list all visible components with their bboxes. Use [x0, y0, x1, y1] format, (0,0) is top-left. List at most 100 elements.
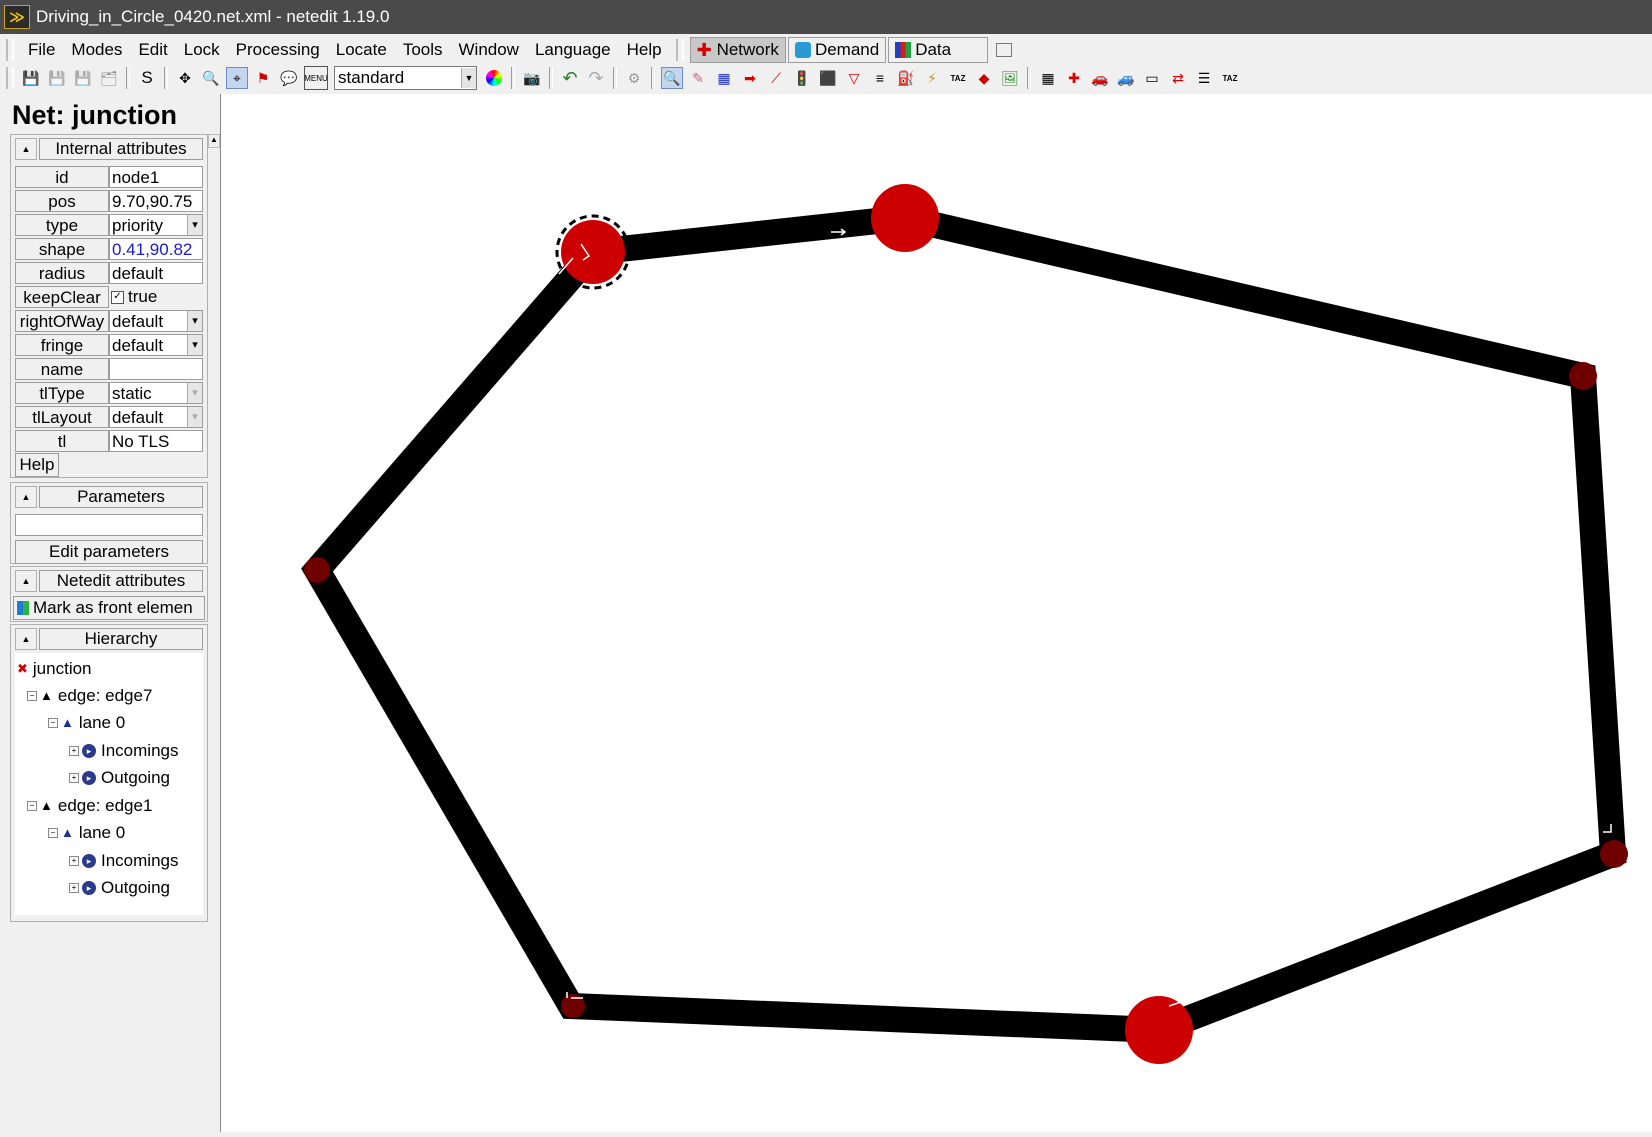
menu-edit[interactable]: Edit [130, 36, 175, 63]
collapse-arrow-icon[interactable]: ▲ [15, 486, 37, 508]
list-icon[interactable]: ☰ [1193, 67, 1215, 89]
color-scheme-select[interactable]: standard ▼ [334, 66, 477, 90]
menu-window[interactable]: Window [451, 36, 527, 63]
attr-name[interactable]: pos [15, 190, 109, 212]
junction-node[interactable] [304, 557, 330, 583]
menu-lock[interactable]: Lock [176, 36, 228, 63]
menu-processing[interactable]: Processing [228, 36, 328, 63]
attr-shape-input[interactable]: 0.41,90.82 [109, 238, 203, 260]
traffic-light-icon[interactable]: 🚦 [791, 67, 813, 89]
zoom-icon[interactable]: 🔍 [200, 67, 222, 89]
attr-name[interactable]: tlLayout [15, 406, 109, 428]
tree-item-lane[interactable]: − ▲ lane 0 [48, 821, 125, 845]
expand-tree-icon[interactable]: + [69, 883, 79, 893]
connection-mode-icon[interactable]: ⬛ [817, 67, 839, 89]
attr-id-input[interactable]: node1 [109, 166, 203, 188]
selected-junction-node[interactable] [561, 220, 625, 284]
panel-scroll-up-icon[interactable]: ▲ [208, 134, 220, 148]
collapse-arrow-icon[interactable]: ▲ [15, 628, 37, 650]
locate-edge-icon[interactable]: ⚑ [252, 67, 274, 89]
redo-icon[interactable]: ↷ [585, 67, 607, 89]
prohibition-icon[interactable]: ▽ [843, 67, 865, 89]
attr-name[interactable]: type [15, 214, 109, 236]
decal-icon[interactable]: 🖼 [999, 67, 1021, 89]
screenshot-camera-icon[interactable]: 📷 [521, 67, 543, 89]
mark-front-button[interactable]: Mark as front elemen [13, 596, 205, 620]
collapse-tree-icon[interactable]: − [27, 691, 37, 701]
vehicle-icon[interactable]: 🚗 [1089, 67, 1111, 89]
tree-item-edge[interactable]: − ▲ edge: edge7 [27, 684, 152, 708]
edit-parameters-button[interactable]: Edit parameters [15, 540, 203, 564]
attr-name[interactable]: keepClear [15, 286, 109, 308]
menu-locate[interactable]: Locate [328, 36, 395, 63]
grid-icon[interactable]: ▦ [1037, 67, 1059, 89]
attr-name[interactable]: tl [15, 430, 109, 452]
tree-item-incomings[interactable]: + ▸ Incomings [69, 849, 178, 873]
edge-road[interactable] [301, 204, 1627, 1044]
attr-tllayout-select[interactable]: default [109, 406, 203, 428]
recenter-icon[interactable]: ✥ [174, 67, 196, 89]
attr-tl-input[interactable]: No TLS [109, 430, 203, 452]
collapse-tree-icon[interactable]: − [48, 828, 58, 838]
color-wheel-icon[interactable] [483, 67, 505, 89]
attr-name[interactable]: name [15, 358, 109, 380]
expand-tree-icon[interactable]: + [69, 856, 79, 866]
junction-node[interactable] [871, 184, 939, 252]
collapse-tree-icon[interactable]: − [27, 801, 37, 811]
attr-name[interactable]: rightOfWay [15, 310, 109, 332]
inspect-mode-icon[interactable]: 🔍 [661, 67, 683, 89]
attr-name[interactable]: shape [15, 238, 109, 260]
tree-item-outgoing[interactable]: + ▸ Outgoing [69, 876, 170, 900]
save-all-icon[interactable]: 💾 [72, 67, 94, 89]
menu-modes[interactable]: Modes [63, 36, 130, 63]
collapse-arrow-icon[interactable]: ▲ [15, 570, 37, 592]
attr-name[interactable]: radius [15, 262, 109, 284]
attr-name[interactable]: tlType [15, 382, 109, 404]
network-view[interactable] [221, 94, 1652, 1132]
tooltip-icon[interactable]: 💬 [278, 67, 300, 89]
attr-rightofway-select[interactable]: default [109, 310, 203, 332]
attr-pos-input[interactable]: 9.70,90.75 [109, 190, 203, 212]
collapse-arrow-icon[interactable]: ▲ [15, 138, 37, 160]
lock-icon[interactable]: ⚙ [623, 67, 645, 89]
attr-name[interactable]: fringe [15, 334, 109, 356]
attr-name[interactable]: id [15, 166, 109, 188]
vehicle-route-icon[interactable]: 🚙 [1115, 67, 1137, 89]
attr-keepclear-checkbox[interactable]: ✓ true [109, 286, 203, 308]
save-icon[interactable]: 💾 [20, 67, 42, 89]
attr-type-select[interactable]: priority [109, 214, 203, 236]
crossing-icon[interactable]: ≡ [869, 67, 891, 89]
menu-icon[interactable]: MENU [304, 66, 328, 90]
polygon-icon[interactable]: ◆ [973, 67, 995, 89]
network-mode-button[interactable]: ✚ Network [689, 36, 786, 63]
locate-junction-icon[interactable]: ⌖ [226, 67, 248, 89]
tree-item-lane[interactable]: − ▲ lane 0 [48, 711, 125, 735]
direction-arrows-icon[interactable]: ⇄ [1167, 67, 1189, 89]
parameters-input[interactable] [15, 514, 203, 536]
menu-language[interactable]: Language [527, 36, 619, 63]
window-restore-icon[interactable] [996, 42, 1013, 57]
taz-relations-icon[interactable]: TAZ [1219, 67, 1241, 89]
tree-item-outgoing[interactable]: + ▸ Outgoing [69, 766, 170, 790]
junction-node[interactable] [1600, 840, 1628, 868]
tree-item-incomings[interactable]: + ▸ Incomings [69, 739, 178, 763]
delete-mode-icon[interactable]: ✎ [687, 67, 709, 89]
create-edge-icon[interactable]: ⟋ [765, 67, 787, 89]
lane-icon[interactable]: ▭ [1141, 67, 1163, 89]
junction-shape-icon[interactable]: ✚ [1063, 67, 1085, 89]
help-button[interactable]: Help [15, 453, 59, 477]
attr-tltype-select[interactable]: static [109, 382, 203, 404]
taz-icon[interactable]: TAZ [947, 67, 969, 89]
expand-tree-icon[interactable]: + [69, 746, 79, 756]
wire-icon[interactable]: ⚡ [921, 67, 943, 89]
additional-icon[interactable]: ⛽ [895, 67, 917, 89]
data-mode-button[interactable]: Data [888, 36, 989, 63]
tree-item-edge[interactable]: − ▲ edge: edge1 [27, 794, 152, 818]
menu-file[interactable]: File [20, 36, 63, 63]
attr-radius-input[interactable]: default [109, 262, 203, 284]
menu-tools[interactable]: Tools [395, 36, 451, 63]
junction-node[interactable] [1125, 996, 1193, 1064]
tree-item-junction[interactable]: ✖ junction [17, 657, 92, 681]
menu-help[interactable]: Help [619, 36, 670, 63]
attr-name-input[interactable] [109, 358, 203, 380]
